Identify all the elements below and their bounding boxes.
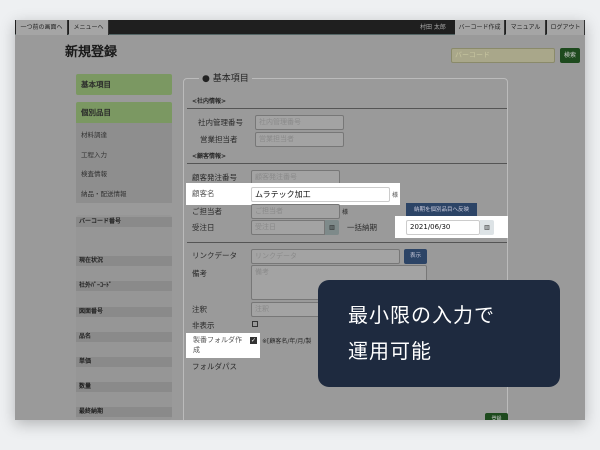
callout-line1: 最小限の入力で xyxy=(348,303,495,327)
barcode-input[interactable]: バーコード xyxy=(451,48,555,63)
order-date-input[interactable]: 受注日 xyxy=(251,220,325,235)
honorific: 様 xyxy=(392,192,399,199)
folder-path-label: フォルダパス xyxy=(192,362,237,371)
logout-button[interactable]: ログアウト xyxy=(547,20,585,35)
menu-button[interactable]: メニューへ xyxy=(69,20,109,35)
calendar-icon[interactable]: ▥ xyxy=(480,220,494,235)
customer-label: 顧客名 xyxy=(192,189,215,198)
order-date-label: 受注日 xyxy=(192,223,215,232)
folder-hint: ※[顧客名/年/月/製 xyxy=(262,338,312,345)
manual-button[interactable]: マニュアル xyxy=(506,20,546,35)
tab-individual[interactable]: 個別品目 xyxy=(76,102,172,123)
order-no-label: 顧客発注番号 xyxy=(192,173,237,182)
link-label: リンクデータ xyxy=(192,251,237,260)
page-title: 新規登録 xyxy=(65,45,118,60)
search-button[interactable]: 検索 xyxy=(560,48,580,63)
bulk-due-input[interactable]: 2021/06/30 xyxy=(406,220,480,235)
divider xyxy=(187,163,507,164)
sales-input[interactable]: 営業担当者 xyxy=(255,132,344,147)
note-label: 注釈 xyxy=(192,305,207,314)
save-button[interactable]: 登録 xyxy=(485,413,508,420)
legend-text: 基本項目 xyxy=(212,74,249,84)
remarks-label: 備考 xyxy=(192,269,207,278)
folder-create-checkbox[interactable]: ✓ xyxy=(250,337,257,344)
user-name: 村田 太郎 xyxy=(420,24,446,31)
panel-final-due: 最終納期 xyxy=(76,407,172,417)
sidebar-item-inspection[interactable]: 検査情報 xyxy=(81,168,107,178)
folder-create-label: 製番フォルダ作成 xyxy=(193,336,242,354)
minus-circle-icon: ● xyxy=(202,74,210,84)
sidebar-item-delivery[interactable]: 納品・配送情報 xyxy=(81,188,127,198)
panel-external-barcode: 社外ﾊﾞｰｺｰﾄﾞ xyxy=(76,281,172,291)
contact-input[interactable]: ご担当者 xyxy=(251,204,340,219)
hidden-label: 非表示 xyxy=(192,321,215,330)
section-internal: <社内情報> xyxy=(192,98,227,105)
fieldset-legend: ● 基本項目 xyxy=(199,71,252,84)
hidden-checkbox[interactable] xyxy=(252,321,258,327)
calendar-icon[interactable]: ▥ xyxy=(325,220,339,235)
internal-no-input[interactable]: 社内管理番号 xyxy=(255,115,344,130)
section-customer: <顧客情報> xyxy=(192,153,227,160)
bulk-due-label: 一括納期 xyxy=(347,223,377,232)
top-bar: 一つ前の画面へ メニューへ 村田 太郎 バーコード作成 マニュアル ログアウト xyxy=(15,20,585,35)
callout-line2: 運用可能 xyxy=(348,339,432,363)
divider xyxy=(187,108,507,109)
customer-input[interactable]: ムラテック加工 xyxy=(251,187,390,202)
panel-barcode-no: バーコード番号 xyxy=(76,217,172,227)
panel-product-name: 品名 xyxy=(76,332,172,342)
barcode-create-button[interactable]: バーコード作成 xyxy=(455,20,505,35)
sales-label: 営業担当者 xyxy=(200,135,238,144)
panel-drawing-no: 図面番号 xyxy=(76,307,172,317)
panel-quantity: 数量 xyxy=(76,382,172,392)
feature-callout: 最小限の入力で 運用可能 xyxy=(318,280,560,387)
sidebar-item-material[interactable]: 材料調達 xyxy=(81,129,107,139)
sidebar-item-process[interactable]: 工程入力 xyxy=(81,149,107,159)
panel-unit-price: 単価 xyxy=(76,357,172,367)
tab-basic[interactable]: 基本項目 xyxy=(76,74,172,95)
internal-no-label: 社内管理番号 xyxy=(198,118,243,127)
back-button[interactable]: 一つ前の画面へ xyxy=(16,20,68,35)
honorific: 様 xyxy=(342,209,349,216)
panel-status: 現在状況 xyxy=(76,256,172,266)
link-input[interactable]: リンクデータ xyxy=(251,249,400,264)
show-button[interactable]: 表示 xyxy=(404,249,427,264)
contact-label: ご担当者 xyxy=(192,207,222,216)
divider xyxy=(187,242,507,243)
